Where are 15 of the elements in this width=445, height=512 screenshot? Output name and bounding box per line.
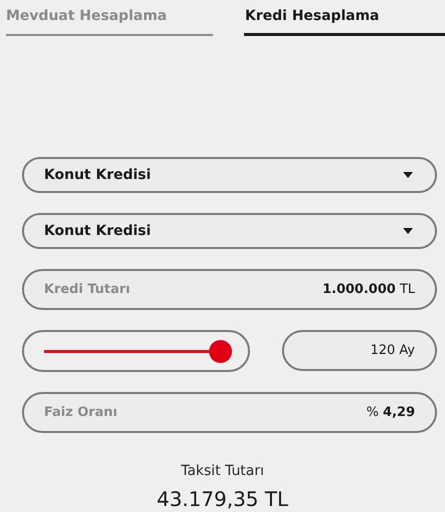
amount-value: 1.000.000 TL (322, 282, 415, 297)
loan-type-dropdown[interactable]: Konut Kredisi (22, 157, 437, 193)
loan-type-dropdown[interactable]: Konut Kredisi (22, 213, 437, 249)
interest-rate-field[interactable]: Faiz Oranı % 4,29 (22, 392, 437, 433)
caret-icon (403, 172, 413, 178)
term-value: 120 Ay (370, 343, 415, 358)
term-field[interactable]: 120 Ay (282, 330, 437, 371)
loan-amount-field[interactable]: Kredi Tutarı 1.000.000 TL (22, 269, 437, 310)
field-label: Faiz Oranı (44, 405, 118, 420)
caret-icon (403, 228, 413, 234)
field-label: Kredi Tutarı (44, 282, 130, 297)
result-label: Taksit Tutarı (180, 463, 264, 479)
installment-amount: 43.179,35 TL (156, 487, 288, 511)
rate-value: % 4,29 (366, 405, 415, 420)
tab[interactable]: Kredi Hesaplama (244, 8, 445, 36)
